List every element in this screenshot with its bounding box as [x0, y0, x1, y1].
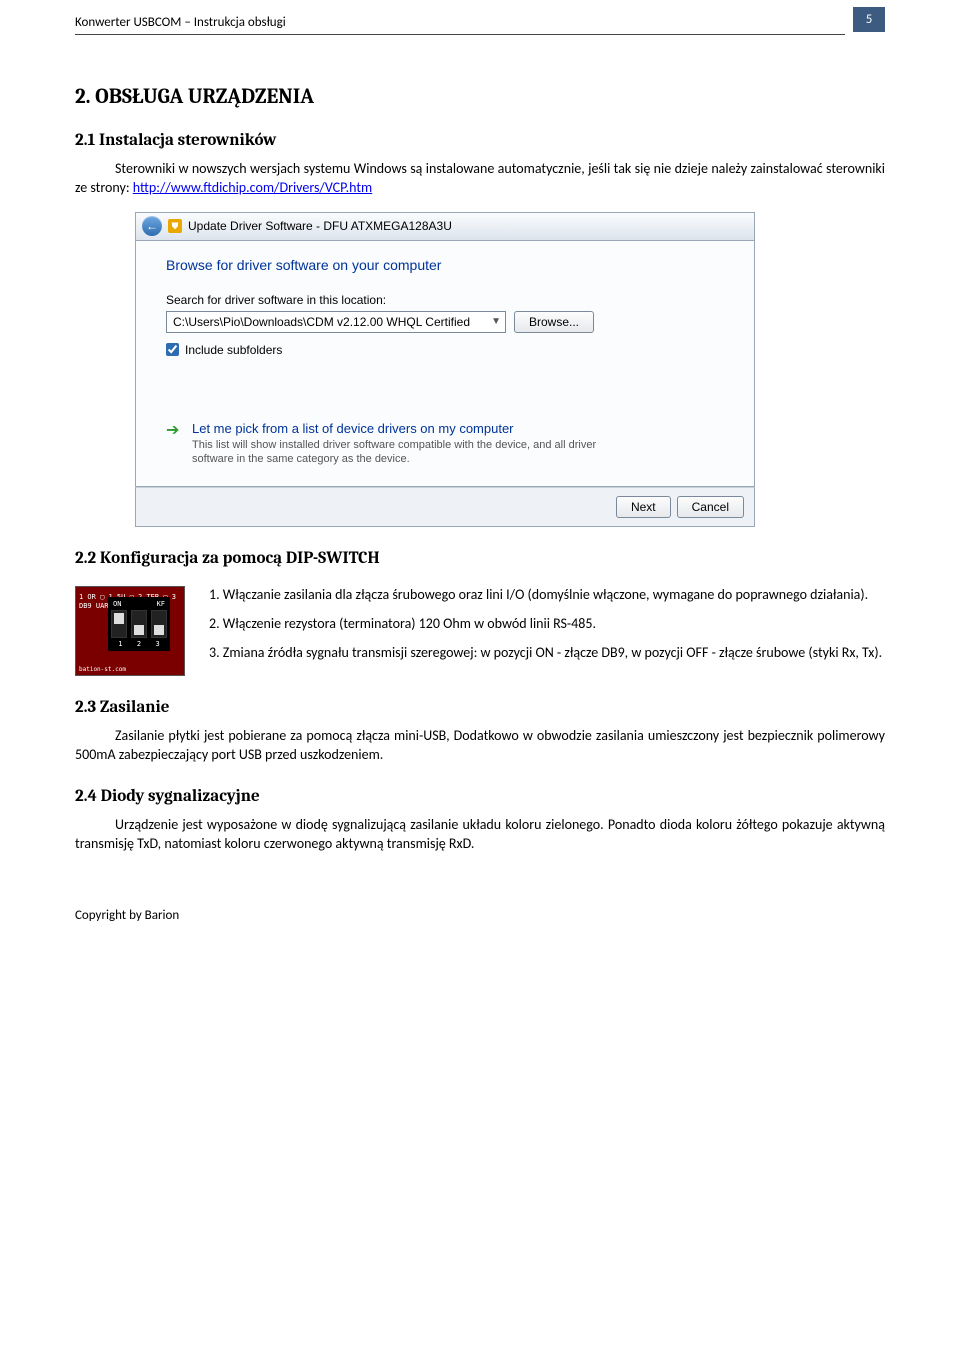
include-subfolders-label: Include subfolders: [185, 343, 282, 357]
dip-on-label: ON KF: [111, 600, 167, 608]
dip-switches: [111, 610, 167, 638]
browse-button[interactable]: Browse...: [514, 311, 594, 333]
h2-section-2-1: 2.1 Instalacja sterowników: [75, 131, 885, 150]
page-header: Konwerter USBCOM – Instrukcja obsługi 5: [0, 0, 960, 35]
page-footer: Copyright by Barion: [0, 888, 960, 943]
include-subfolders-checkbox[interactable]: [166, 343, 179, 356]
dip-switch-image: 1 OR ▢ 1 5U ▢ 2 TER ▢ 3 DB9 UART ON KF 1…: [75, 586, 185, 676]
next-button[interactable]: Next: [616, 496, 671, 518]
para-2-1: Sterowniki w nowszych wersjach systemu W…: [75, 160, 885, 198]
option-title: Let me pick from a list of device driver…: [192, 421, 632, 436]
h2-section-2-4: 2.4 Diody sygnalizacyjne: [75, 787, 885, 806]
h1-text: OBSŁUGA URZĄDZENIA: [95, 85, 314, 109]
location-combo[interactable]: C:\Users\Pio\Downloads\CDM v2.12.00 WHQL…: [166, 311, 506, 333]
dip-footer-label: bation-st.com: [79, 666, 126, 673]
dip-nums: 123: [111, 640, 167, 648]
dialog-heading: Browse for driver software on your compu…: [166, 257, 724, 273]
copyright: Copyright by Barion: [75, 908, 179, 923]
location-row: C:\Users\Pio\Downloads\CDM v2.12.00 WHQL…: [166, 311, 724, 333]
para-2-3: Zasilanie płytki jest pobierane za pomoc…: [75, 727, 885, 765]
dialog-titlebar: ← ⛊ Update Driver Software - DFU ATXMEGA…: [135, 212, 755, 240]
location-value: C:\Users\Pio\Downloads\CDM v2.12.00 WHQL…: [173, 315, 470, 329]
dialog-footer: Next Cancel: [135, 487, 755, 527]
dip-kf-text: KF: [157, 600, 165, 608]
h2-section-2-3: 2.3 Zasilanie: [75, 698, 885, 717]
pick-from-list-option[interactable]: ➔ Let me pick from a list of device driv…: [166, 417, 724, 477]
dip-on-text: ON: [113, 600, 121, 608]
option-desc: This list will show installed driver sof…: [192, 438, 632, 467]
dialog-title: Update Driver Software - DFU ATXMEGA128A…: [188, 219, 452, 233]
dip-item-3: 3. Zmiana źródła sygnału transmisji szer…: [209, 644, 885, 663]
arrow-right-icon: ➔: [166, 423, 182, 439]
dip-row: 1 OR ▢ 1 5U ▢ 2 TER ▢ 3 DB9 UART ON KF 1…: [75, 586, 885, 676]
shield-icon: ⛊: [168, 219, 182, 233]
cancel-button[interactable]: Cancel: [677, 496, 744, 518]
dip-item-2: 2. Włączenie rezystora (terminatora) 120…: [209, 615, 885, 634]
para-2-4: Urządzenie jest wyposażone w diodę sygna…: [75, 816, 885, 854]
dip-switch-2: [131, 610, 147, 638]
dip-switch-1: [111, 610, 127, 638]
chevron-down-icon: ▼: [491, 316, 501, 327]
dip-switch-3: [151, 610, 167, 638]
back-button[interactable]: ←: [142, 216, 162, 236]
h1-section-2: 2. OBSŁUGA URZĄDZENIA: [75, 85, 885, 109]
h2-section-2-2: 2.2 Konfiguracja za pomocą DIP-SWITCH: [75, 549, 885, 568]
page-number: 5: [853, 7, 885, 32]
include-subfolders-row[interactable]: Include subfolders: [166, 343, 724, 357]
h1-num: 2.: [75, 85, 90, 109]
dip-item-1: 1. Włączanie zasilania dla złącza śrubow…: [209, 586, 885, 605]
dialog-body: Browse for driver software on your compu…: [135, 240, 755, 488]
header-title: Konwerter USBCOM – Instrukcja obsługi: [75, 15, 845, 35]
driver-dialog: ← ⛊ Update Driver Software - DFU ATXMEGA…: [135, 212, 755, 528]
driver-link[interactable]: http://www.ftdichip.com/Drivers/VCP.htm: [133, 179, 372, 196]
dip-block: ON KF 123: [108, 597, 170, 651]
dip-list: 1. Włączanie zasilania dla złącza śrubow…: [209, 586, 885, 673]
search-label: Search for driver software in this locat…: [166, 293, 724, 307]
back-arrow-icon: ←: [146, 219, 158, 233]
